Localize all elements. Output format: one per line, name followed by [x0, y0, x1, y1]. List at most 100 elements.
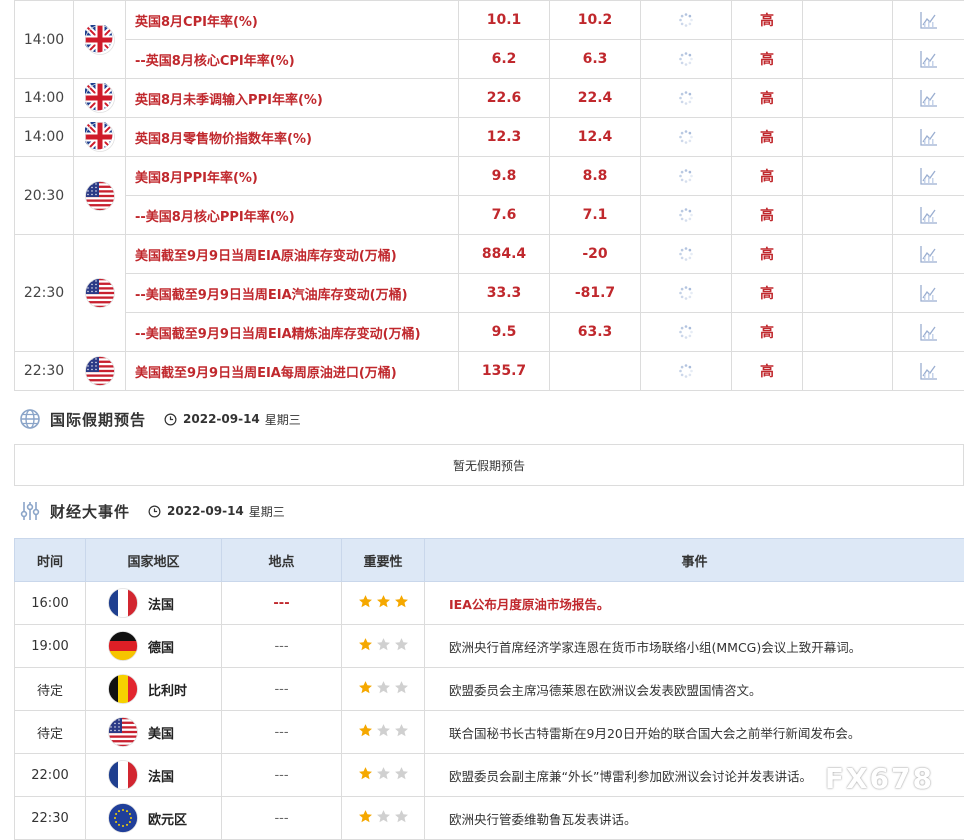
- previous-value: 6.2: [459, 40, 550, 79]
- actual-value-cell: [641, 352, 732, 391]
- line-chart-icon[interactable]: [919, 325, 939, 340]
- chart-cell[interactable]: [893, 352, 964, 391]
- actual-value-cell: [641, 196, 732, 235]
- country-flag-cell: [74, 1, 126, 79]
- chart-cell[interactable]: [893, 118, 964, 157]
- loading-spinner-icon: [678, 247, 694, 262]
- chart-cell[interactable]: [893, 274, 964, 313]
- star-empty-icon: [394, 809, 409, 824]
- country-flag-cell: [74, 118, 126, 157]
- indicator-name[interactable]: 美国截至9月9日当周EIA原油库存变动(万桶): [126, 235, 459, 274]
- loading-spinner-icon: [678, 52, 694, 67]
- event-row: 22:00法国---欧盟委员会副主席兼“外长”博雷利参加欧洲议会讨论并发表讲话。: [15, 754, 964, 797]
- holiday-date: 2022-09-14: [183, 412, 260, 426]
- chart-cell[interactable]: [893, 235, 964, 274]
- country-name: 比利时: [148, 680, 187, 699]
- impact-cell: [803, 196, 893, 235]
- country-name: 法国: [148, 766, 174, 785]
- clock-icon: [164, 413, 177, 426]
- event-description: 欧洲央行管委维勒鲁瓦发表讲话。: [425, 797, 964, 840]
- indicator-name[interactable]: 英国8月CPI年率(%): [126, 1, 459, 40]
- forecast-value: 6.3: [550, 40, 641, 79]
- indicator-name[interactable]: 英国8月未季调输入PPI年率(%): [126, 79, 459, 118]
- event-place: ---: [222, 625, 342, 668]
- chart-cell[interactable]: [893, 1, 964, 40]
- indicator-name[interactable]: 英国8月零售物价指数年率(%): [126, 118, 459, 157]
- col-header-country: 国家地区: [86, 539, 222, 582]
- release-time: 14:00: [15, 79, 74, 118]
- events-header-row: 时间 国家地区 地点 重要性 事件: [15, 539, 964, 582]
- line-chart-icon[interactable]: [919, 247, 939, 262]
- country-name: 欧元区: [148, 809, 187, 828]
- release-time: 22:30: [15, 352, 74, 391]
- watermark: FX678: [825, 762, 934, 795]
- chart-cell[interactable]: [893, 79, 964, 118]
- event-importance: [342, 754, 425, 797]
- release-time: 14:00: [15, 118, 74, 157]
- star-empty-icon: [376, 766, 391, 781]
- events-date: 2022-09-14: [167, 504, 244, 518]
- loading-spinner-icon: [678, 91, 694, 106]
- event-importance: [342, 582, 425, 625]
- country-flag-cell: [74, 157, 126, 235]
- forecast-value: 22.4: [550, 79, 641, 118]
- event-country: 法国: [86, 754, 222, 797]
- data-row: --美国截至9月9日当周EIA精炼油库存变动(万桶)9.563.3高: [15, 313, 964, 352]
- loading-spinner-icon: [678, 169, 694, 184]
- event-importance: [342, 797, 425, 840]
- star-filled-icon: [358, 637, 373, 652]
- uk-flag-icon: [85, 25, 115, 55]
- star-empty-icon: [394, 637, 409, 652]
- line-chart-icon[interactable]: [919, 91, 939, 106]
- indicator-name[interactable]: 美国截至9月9日当周EIA每周原油进口(万桶): [126, 352, 459, 391]
- line-chart-icon[interactable]: [919, 169, 939, 184]
- country-name: 美国: [148, 723, 174, 742]
- line-chart-icon[interactable]: [919, 208, 939, 223]
- col-header-place: 地点: [222, 539, 342, 582]
- importance-level: 高: [732, 79, 803, 118]
- chart-cell[interactable]: [893, 196, 964, 235]
- star-filled-icon: [394, 594, 409, 609]
- importance-level: 高: [732, 40, 803, 79]
- indicator-name[interactable]: --美国截至9月9日当周EIA汽油库存变动(万桶): [126, 274, 459, 313]
- actual-value-cell: [641, 313, 732, 352]
- uk-flag-icon: [85, 122, 115, 152]
- line-chart-icon[interactable]: [919, 130, 939, 145]
- uk-flag-icon: [85, 83, 115, 113]
- line-chart-icon[interactable]: [919, 13, 939, 28]
- data-row: 14:00英国8月零售物价指数年率(%)12.312.4高: [15, 118, 964, 157]
- event-place: ---: [222, 754, 342, 797]
- actual-value-cell: [641, 40, 732, 79]
- importance-level: 高: [732, 1, 803, 40]
- event-place: ---: [222, 711, 342, 754]
- event-time: 19:00: [15, 625, 86, 668]
- indicator-name[interactable]: 美国8月PPI年率(%): [126, 157, 459, 196]
- previous-value: 10.1: [459, 1, 550, 40]
- chart-cell[interactable]: [893, 40, 964, 79]
- chart-cell[interactable]: [893, 313, 964, 352]
- line-chart-icon[interactable]: [919, 286, 939, 301]
- impact-cell: [803, 40, 893, 79]
- star-empty-icon: [376, 809, 391, 824]
- previous-value: 12.3: [459, 118, 550, 157]
- event-importance: [342, 711, 425, 754]
- indicator-name[interactable]: --美国8月核心PPI年率(%): [126, 196, 459, 235]
- chart-cell[interactable]: [893, 157, 964, 196]
- forecast-value: 10.2: [550, 1, 641, 40]
- line-chart-icon[interactable]: [919, 52, 939, 67]
- actual-value-cell: [641, 274, 732, 313]
- fr-flag-icon: [108, 588, 148, 618]
- data-row: 14:00英国8月CPI年率(%)10.110.2高: [15, 1, 964, 40]
- event-row: 19:00德国---欧洲央行首席经济学家连恩在货币市场联络小组(MMCG)会议上…: [15, 625, 964, 668]
- event-time: 16:00: [15, 582, 86, 625]
- indicator-name[interactable]: --美国截至9月9日当周EIA精炼油库存变动(万桶): [126, 313, 459, 352]
- indicator-name[interactable]: --英国8月核心CPI年率(%): [126, 40, 459, 79]
- previous-value: 7.6: [459, 196, 550, 235]
- star-empty-icon: [394, 680, 409, 695]
- forecast-value: [550, 352, 641, 391]
- importance-level: 高: [732, 118, 803, 157]
- data-row: 22:30美国截至9月9日当周EIA原油库存变动(万桶)884.4-20高: [15, 235, 964, 274]
- loading-spinner-icon: [678, 286, 694, 301]
- data-row: 20:30美国8月PPI年率(%)9.88.8高: [15, 157, 964, 196]
- line-chart-icon[interactable]: [919, 364, 939, 379]
